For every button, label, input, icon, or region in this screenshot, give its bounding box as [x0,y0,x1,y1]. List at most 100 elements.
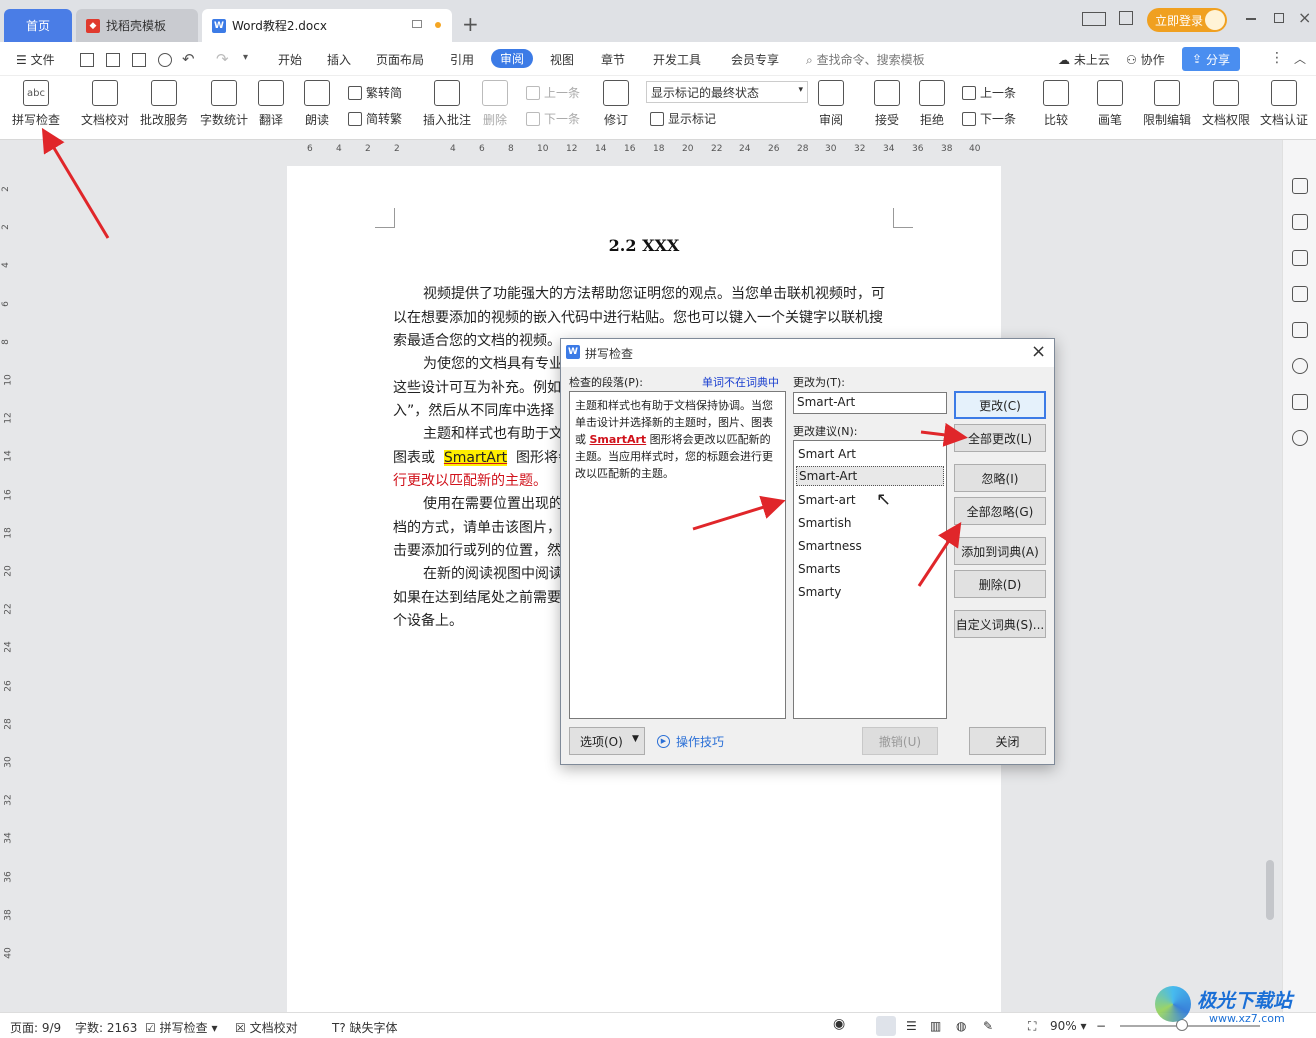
close-window-icon[interactable]: × [1298,8,1311,27]
tab-home[interactable]: 首页 [4,9,72,42]
menu-page-layout[interactable]: 页面布局 [376,51,424,68]
cloud-status[interactable]: ☁ 未上云 [1058,51,1110,68]
print-icon[interactable] [132,53,146,67]
menu-start[interactable]: 开始 [278,51,302,68]
ignore-button[interactable]: 忽略(I) [954,464,1046,492]
suggestion-item-selected[interactable]: Smart-Art [796,466,944,486]
menu-insert[interactable]: 插入 [327,51,351,68]
menu-member[interactable]: 会员专享 [731,51,779,68]
file-menu[interactable]: ☰ 文件 [16,51,55,68]
collapse-ribbon-icon[interactable]: ︿ [1294,50,1306,67]
undo-icon[interactable]: ↶ [182,50,195,68]
web-view-icon[interactable]: ◍ [956,1019,966,1033]
share-button[interactable]: ⇪ 分享 [1182,47,1240,71]
layout-icon[interactable] [1082,12,1106,26]
review-pane-button[interactable]: 审阅 [818,80,844,128]
suggestion-item[interactable]: Smart-art [798,493,856,507]
save-icon[interactable] [80,53,94,67]
command-search[interactable]: ⌕ 查找命令、搜索模板 [806,51,925,68]
insert-comment-button[interactable]: 插入批注 [423,80,471,128]
book-icon[interactable] [1292,394,1308,410]
custom-dict-button[interactable]: 自定义词典(S)... [954,610,1046,638]
login-button[interactable]: 立即登录 [1147,8,1227,32]
outline-view-icon[interactable]: ☰ [906,1019,917,1033]
screen-icon[interactable] [412,20,422,28]
eye-icon[interactable]: ◉ [833,1016,845,1032]
collab-button[interactable]: ⚇ 协作 [1126,51,1165,68]
read-aloud-button[interactable]: 朗读 [304,80,330,128]
add-to-dict-button[interactable]: 添加到词典(A) [954,537,1046,565]
show-markup-button[interactable]: 显示标记 [650,110,716,127]
rocket-icon[interactable] [1292,178,1308,194]
change-button[interactable]: 更改(C) [954,391,1046,419]
word-count-indicator[interactable]: 字数: 2163 [75,1019,137,1036]
suggestion-item[interactable]: Smarts [798,562,841,576]
doc-proof-button[interactable]: 文档校对 [81,80,129,128]
suggestion-item[interactable]: Smartish [798,516,852,530]
tab-template[interactable]: ◆ 找稻壳模板 [76,9,198,42]
pencil-icon[interactable] [1292,214,1308,230]
compare-button[interactable]: 比较 [1043,80,1069,128]
tab-document[interactable]: W Word教程2.docx [202,9,452,42]
suggestion-item[interactable]: Smarty [798,585,841,599]
status-missing-font[interactable]: T? 缺失字体 [332,1019,398,1036]
track-changes-button[interactable]: 修订 [603,80,629,128]
suggestion-item[interactable]: Smartness [798,539,862,553]
scroll-thumb[interactable] [1266,860,1274,920]
restrict-edit-button[interactable]: 限制编辑 [1143,80,1191,128]
compass-icon[interactable] [1292,358,1308,374]
change-to-input[interactable]: Smart-Art [793,392,947,414]
checked-paragraph-box[interactable]: 主题和样式也有助于文档保持协调。当您单击设计并选择新的主题时，图片、图表或 Sm… [569,391,786,719]
ignore-all-button[interactable]: 全部忽略(G) [954,497,1046,525]
menu-reference[interactable]: 引用 [450,51,474,68]
menu-view[interactable]: 视图 [550,51,574,68]
horizontal-ruler[interactable]: 6 4 2 2 4 6 8 10 12 14 16 18 20 22 24 26 28 30 32 34 36 38 40 [287,140,1001,160]
export-pdf-icon[interactable] [106,53,120,67]
vertical-scrollbar[interactable] [1265,145,1275,1005]
zoom-out-icon[interactable]: − [1096,1019,1106,1033]
trad-to-simp-button[interactable]: 繁转简 [348,84,402,101]
prev-change-button[interactable]: 上一条 [962,84,1016,101]
grid-apps-icon[interactable] [1119,11,1133,25]
suggestion-list[interactable]: Smart Art Smart-Art Smart-art Smartish S… [793,440,947,719]
minimize-icon[interactable] [1246,18,1256,20]
next-change-button[interactable]: 下一条 [962,110,1016,127]
doc-permission-button[interactable]: 文档权限 [1202,80,1250,128]
menu-review[interactable]: 审阅 [491,49,534,68]
delete-button[interactable]: 删除(D) [954,570,1046,598]
page-view-icon[interactable] [876,1016,896,1036]
options-dropdown[interactable]: 选项(O) ▼ [569,727,645,755]
close-icon[interactable]: × [1031,341,1046,362]
menu-chapter[interactable]: 章节 [601,51,625,68]
pen-button[interactable]: 画笔 [1097,80,1123,128]
fit-page-icon[interactable]: ⛶ [1028,1019,1036,1034]
markup-state-select[interactable]: 显示标记的最终状态 ▾ [646,81,808,103]
maximize-icon[interactable] [1274,13,1284,23]
redo-icon[interactable]: ↷ [216,50,229,68]
dialog-titlebar[interactable]: W 拼写检查 × [561,339,1054,367]
change-all-button[interactable]: 全部更改(L) [954,424,1046,452]
simp-to-trad-button[interactable]: 简转繁 [348,110,402,127]
menu-developer[interactable]: 开发工具 [653,51,701,68]
translate-button[interactable]: 翻译 [258,80,284,128]
reject-button[interactable]: 拒绝 [919,80,945,128]
sliders-icon[interactable] [1292,286,1308,302]
zoom-level[interactable]: 90% ▾ [1050,1019,1087,1033]
misspelled-word[interactable]: SmartArt [443,450,508,466]
suggestion-item[interactable]: Smart Art [798,447,856,461]
vertical-ruler[interactable]: 2 2 4 6 8 10 12 14 16 18 20 22 24 26 28 30 32 34 36 38 40 [0,140,18,1012]
prev-comment-button[interactable]: 上一条 [526,84,580,101]
status-proof[interactable]: ☒ 文档校对 [235,1019,298,1036]
print-preview-icon[interactable] [158,53,172,67]
accept-button[interactable]: 接受 [874,80,900,128]
help-icon[interactable] [1292,430,1308,446]
cursor-icon[interactable] [1292,250,1308,266]
next-comment-button[interactable]: 下一条 [526,110,580,127]
undo-button[interactable]: 撤销(U) [862,727,938,755]
spell-check-button[interactable]: abc 拼写检查 [12,80,60,128]
close-button[interactable]: 关闭 [969,727,1046,755]
page-indicator[interactable]: 页面: 9/9 [10,1019,61,1036]
review-service-button[interactable]: 批改服务 [140,80,188,128]
word-count-button[interactable]: 字数统计 [200,80,248,128]
pen-mode-icon[interactable]: ✎ [983,1019,993,1033]
